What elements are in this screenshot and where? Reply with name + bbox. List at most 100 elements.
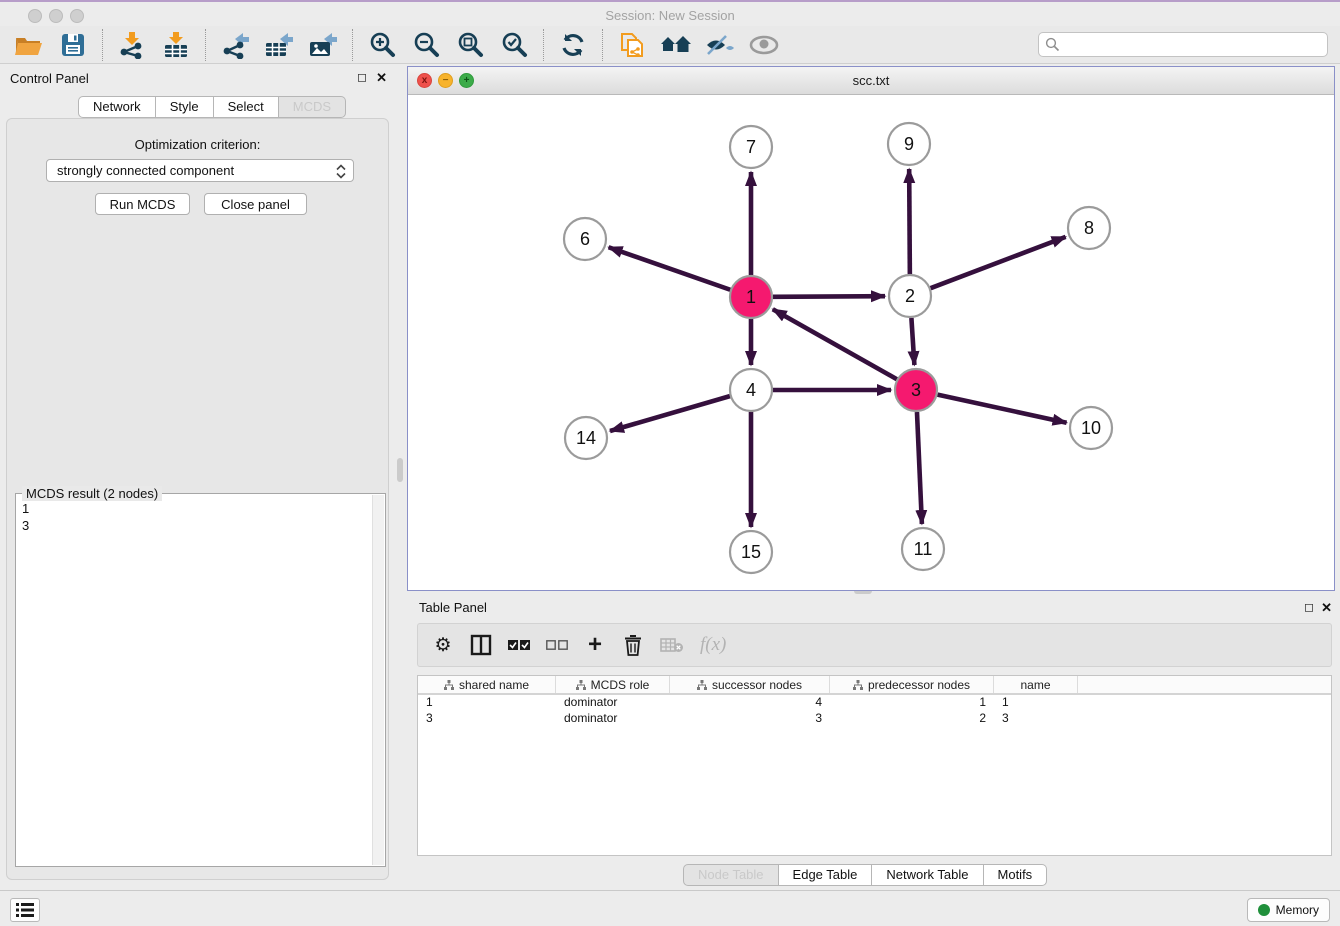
table-cell[interactable]: dominator <box>556 695 670 711</box>
zoom-out-icon[interactable] <box>409 29 443 61</box>
table-panel: Table Panel ◻ ✕ ⚙ + f(x) shared nameMCDS… <box>407 596 1340 888</box>
zoom-in-icon[interactable] <box>365 29 399 61</box>
search-field-wrapper <box>1038 32 1328 57</box>
tab-edge-table[interactable]: Edge Table <box>779 864 873 886</box>
window-title: Session: New Session <box>0 8 1340 23</box>
tree-hierarchy-icon <box>444 680 454 690</box>
close-panel-icon[interactable]: ✕ <box>376 70 387 86</box>
delete-column-icon[interactable] <box>622 632 644 658</box>
column-header-label: MCDS role <box>591 678 650 692</box>
table-cell[interactable]: dominator <box>556 711 670 727</box>
close-panel-button[interactable]: Close panel <box>204 193 307 215</box>
float-table-panel-icon[interactable]: ◻ <box>1304 600 1314 614</box>
tree-hierarchy-icon <box>697 680 707 690</box>
table-settings-gear-icon[interactable]: ⚙ <box>432 632 454 658</box>
tab-select[interactable]: Select <box>214 96 279 118</box>
export-network-icon[interactable] <box>218 29 252 61</box>
tab-style[interactable]: Style <box>156 96 214 118</box>
graph-edge-1-2[interactable] <box>773 296 885 297</box>
mcds-tab-content: Optimization criterion: strongly connect… <box>6 118 389 880</box>
export-image-icon[interactable] <box>306 29 340 61</box>
tab-mcds[interactable]: MCDS <box>279 96 346 118</box>
float-panel-icon[interactable]: ◻ <box>357 70 367 84</box>
table-cell[interactable]: 4 <box>670 695 830 711</box>
table-cell[interactable]: 2 <box>830 711 994 727</box>
zoom-fit-icon[interactable] <box>453 29 487 61</box>
table-cell[interactable]: 3 <box>994 711 1078 727</box>
table-toolbar: ⚙ + f(x) <box>417 623 1332 667</box>
show-columns-icon[interactable] <box>470 632 492 658</box>
network-window-titlebar[interactable]: x − + scc.txt <box>408 67 1334 95</box>
graph-node-label-2: 2 <box>905 286 915 306</box>
table-cell[interactable]: 1 <box>994 695 1078 711</box>
column-header-label: shared name <box>459 678 529 692</box>
mcds-result-box: MCDS result (2 nodes) 1 3 <box>15 493 386 867</box>
graph-node-label-14: 14 <box>576 428 596 448</box>
unselect-all-columns-icon[interactable] <box>546 632 568 658</box>
network-graph[interactable]: 7968124314101511 <box>408 95 1334 590</box>
table-cell[interactable]: 3 <box>418 711 556 727</box>
column-header-name[interactable]: name <box>994 676 1078 693</box>
optimization-criterion-select[interactable]: strongly connected component <box>46 159 354 182</box>
control-panel: Control Panel ◻ ✕ Network Style Select M… <box>0 66 395 888</box>
mcds-result-list[interactable]: 1 3 <box>22 500 29 534</box>
column-header-shared-name[interactable]: shared name <box>418 676 556 693</box>
hide-selected-icon[interactable] <box>703 29 737 61</box>
table-cell[interactable]: 1 <box>830 695 994 711</box>
table-row[interactable]: 3dominator323 <box>418 711 1331 727</box>
zoom-selected-icon[interactable] <box>497 29 531 61</box>
column-header-label: successor nodes <box>712 678 802 692</box>
show-selected-icon[interactable] <box>747 29 781 61</box>
graph-node-label-3: 3 <box>911 380 921 400</box>
run-mcds-button[interactable]: Run MCDS <box>95 193 190 215</box>
graph-edge-3-10[interactable] <box>937 395 1066 423</box>
graph-edge-2-3[interactable] <box>911 318 914 365</box>
select-all-columns-icon[interactable] <box>508 632 530 658</box>
network-window-title: scc.txt <box>408 73 1334 88</box>
network-view-window: x − + scc.txt 7968124314101511 <box>407 66 1335 591</box>
tab-network-table[interactable]: Network Table <box>872 864 983 886</box>
open-file-icon[interactable] <box>12 29 46 61</box>
search-input[interactable] <box>1038 32 1328 57</box>
column-header-MCDS-role[interactable]: MCDS role <box>556 676 670 693</box>
optimization-criterion-label: Optimization criterion: <box>7 137 388 152</box>
graph-edge-3-1[interactable] <box>773 309 897 379</box>
export-table-icon[interactable] <box>262 29 296 61</box>
table-row[interactable]: 1dominator411 <box>418 695 1331 711</box>
create-column-icon[interactable]: + <box>584 632 606 658</box>
network-canvas[interactable]: 7968124314101511 <box>408 95 1334 590</box>
mcds-result-scrollbar[interactable] <box>372 495 384 865</box>
graph-node-label-11: 11 <box>914 539 933 559</box>
close-table-panel-icon[interactable]: ✕ <box>1321 600 1332 616</box>
graph-edge-2-8[interactable] <box>931 237 1066 288</box>
graph-edge-4-14[interactable] <box>610 396 730 431</box>
tab-motifs[interactable]: Motifs <box>984 864 1048 886</box>
graph-node-label-7: 7 <box>746 137 756 157</box>
network-snapshot-icon[interactable] <box>615 29 649 61</box>
save-session-icon[interactable] <box>56 29 90 61</box>
graph-edge-2-9[interactable] <box>909 169 910 274</box>
refresh-layout-icon[interactable] <box>556 29 590 61</box>
column-header-predecessor-nodes[interactable]: predecessor nodes <box>830 676 994 693</box>
main-toolbar <box>0 26 1340 64</box>
mcds-result-title: MCDS result (2 nodes) <box>22 486 162 501</box>
import-network-icon[interactable] <box>115 29 149 61</box>
table-cell[interactable]: 3 <box>670 711 830 727</box>
delete-table-icon <box>660 632 684 658</box>
graph-node-label-15: 15 <box>741 542 761 562</box>
vertical-splitter-grip[interactable] <box>397 458 403 482</box>
tab-network[interactable]: Network <box>78 96 156 118</box>
search-icon <box>1045 37 1060 52</box>
graph-node-label-9: 9 <box>904 134 914 154</box>
memory-button[interactable]: Memory <box>1247 898 1330 922</box>
graph-edge-1-6[interactable] <box>609 247 731 289</box>
graph-edge-3-11[interactable] <box>917 412 922 524</box>
table-cell[interactable]: 1 <box>418 695 556 711</box>
column-header-successor-nodes[interactable]: successor nodes <box>670 676 830 693</box>
task-history-button[interactable] <box>10 898 40 922</box>
show-all-networks-icon[interactable] <box>659 29 693 61</box>
select-stepper-icon <box>335 163 347 180</box>
tab-node-table[interactable]: Node Table <box>683 864 779 886</box>
function-builder-icon: f(x) <box>700 632 726 658</box>
import-table-icon[interactable] <box>159 29 193 61</box>
